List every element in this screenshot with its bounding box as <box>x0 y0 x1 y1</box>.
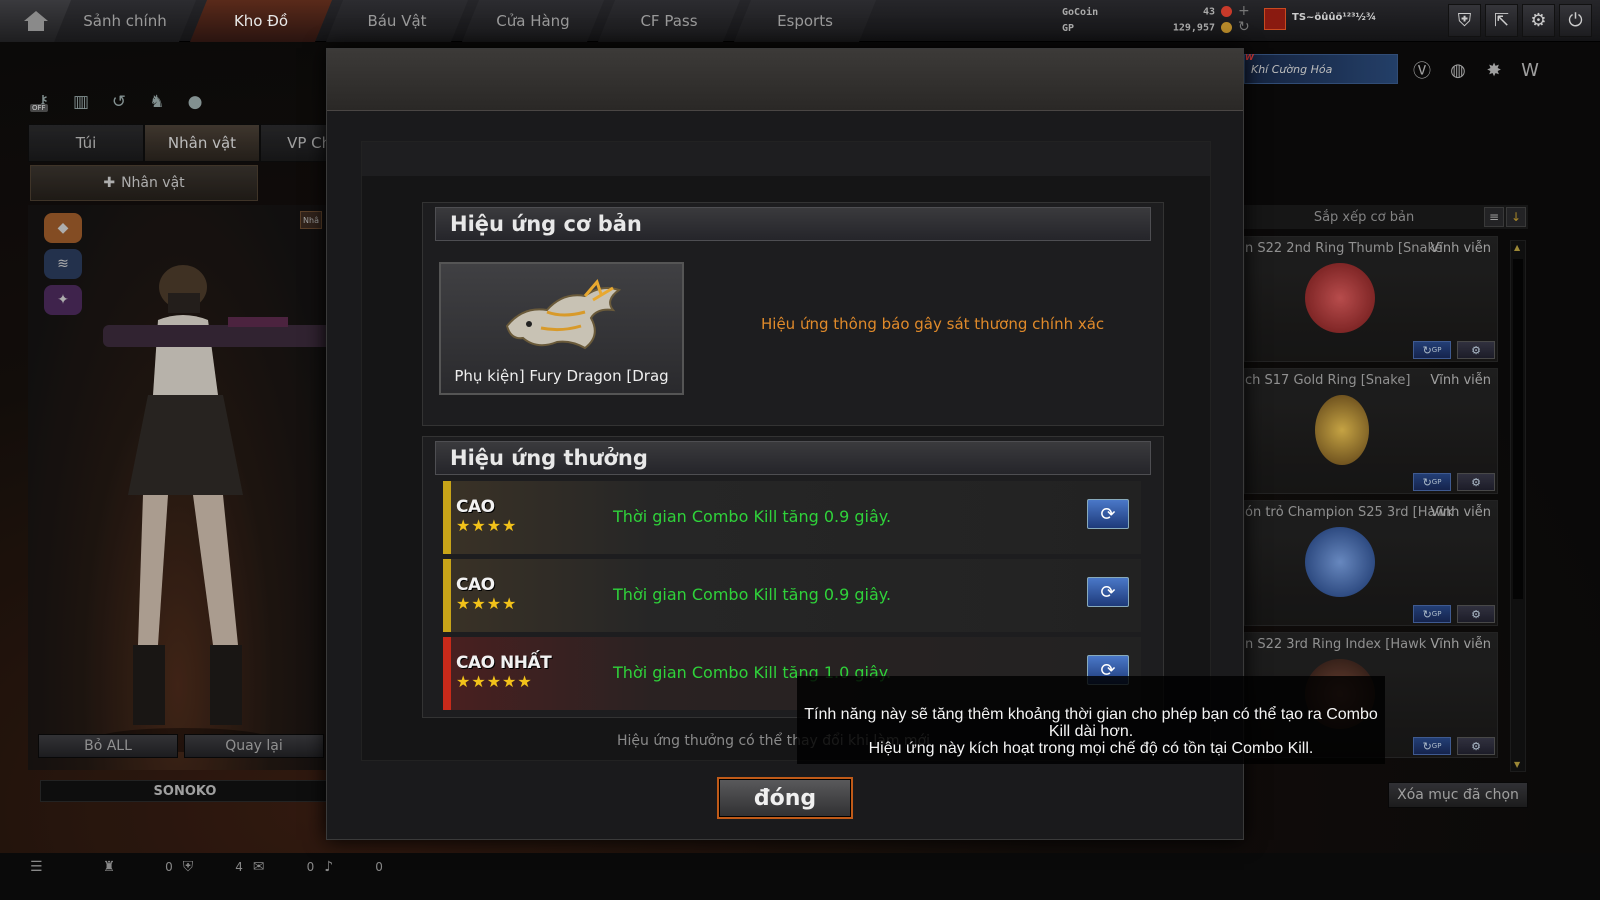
nav-tab-treasure[interactable]: Báu Vật <box>326 0 468 42</box>
basic-effect-section: Hiệu ứng cơ bản Phụ kiện] Fury Dragon [D… <box>422 202 1164 426</box>
nav-tab-cf-pass[interactable]: CF Pass <box>598 0 740 42</box>
bonus-effect-text: Thời gian Combo Kill tăng 0.9 giây. <box>613 507 892 526</box>
refresh-effect-button[interactable]: ⟳ <box>1087 499 1129 529</box>
tier-label: CAO NHẤT <box>456 653 552 673</box>
chat-count: 0 <box>306 860 315 874</box>
tier-bar <box>443 481 451 554</box>
basic-effect-title: Hiệu ứng cơ bản <box>435 207 1151 241</box>
item-preview-name: Phụ kiện] Fury Dragon [Drag <box>454 367 669 385</box>
top-icons: ⛨ ⇱ ⚙ ⏻ <box>1448 4 1592 37</box>
main-nav: Sảnh chính Kho Đồ Báu Vật Cửa Hàng CF Pa… <box>54 0 876 42</box>
chat-icon[interactable]: ✉ <box>253 859 265 875</box>
nav-tab-esports[interactable]: Esports <box>734 0 876 42</box>
gp-value: 129,957 <box>1172 22 1215 34</box>
clan-count: 4 <box>235 860 243 874</box>
shield-icon[interactable]: ⛨ <box>1448 4 1481 37</box>
player-name: TS~öûûö¹²³½¾ <box>1292 12 1377 23</box>
gocoin-icon <box>1221 6 1232 18</box>
speaker-icon[interactable]: ♪ <box>324 859 333 875</box>
bottom-status: ☰ ♜ 0 ⛨ 4 ✉ 0 ♪ 0 <box>30 859 383 875</box>
bonus-effect-title: Hiệu ứng thưởng <box>435 441 1151 475</box>
bottom-bar: ☰ ♜ 0 ⛨ 4 ✉ 0 ♪ 0 <box>0 853 1600 900</box>
tier-stars: ★★★★ <box>456 516 518 535</box>
home-icon <box>24 11 48 31</box>
tooltip-line-2: Hiệu ứng này kích hoạt trong mọi chế độ … <box>868 740 1314 757</box>
dialog-strip <box>362 142 1210 176</box>
close-button[interactable]: đóng <box>717 777 853 819</box>
nav-tab-lobby[interactable]: Sảnh chính <box>54 0 196 42</box>
tooltip-line-1: Tính năng này sẽ tăng thêm khoảng thời g… <box>804 706 1378 740</box>
refresh-icon: ⟳ <box>1100 581 1116 603</box>
menu-icon[interactable]: ☰ <box>30 859 43 875</box>
clan-shield-icon[interactable]: ⛨ <box>183 859 194 875</box>
effect-tooltip: Tính năng này sẽ tăng thêm khoảng thời g… <box>797 676 1385 764</box>
add-currency-icon[interactable]: + <box>1238 3 1250 19</box>
power-icon[interactable]: ⏻ <box>1559 4 1592 37</box>
tier-stars: ★★★★★ <box>456 672 533 691</box>
refresh-icon: ⟳ <box>1100 503 1116 525</box>
dialog-body: Hiệu ứng cơ bản Phụ kiện] Fury Dragon [D… <box>361 141 1211 761</box>
top-bar: Sảnh chính Kho Đồ Báu Vật Cửa Hàng CF Pa… <box>0 0 1600 42</box>
speaker-count: 0 <box>375 860 383 874</box>
nav-tab-inventory[interactable]: Kho Đồ <box>190 0 332 42</box>
currency-actions: + ↻ <box>1238 3 1250 35</box>
gocoin-label: GoCoin <box>1062 6 1099 18</box>
gp-coin-icon <box>1221 22 1232 34</box>
tier-bar <box>443 637 451 710</box>
dragon-accessory-icon <box>505 279 622 350</box>
currency-panel: GoCoin 43 GP 129,957 <box>1062 4 1232 36</box>
basic-effect-text: Hiệu ứng thông báo gây sát thương chính … <box>761 315 1105 333</box>
refresh-currency-icon[interactable]: ↻ <box>1238 19 1250 35</box>
rank-badge-icon <box>1264 8 1286 30</box>
bonus-effect-text: Thời gian Combo Kill tăng 0.9 giây. <box>613 585 892 604</box>
tier-label: CAO <box>456 575 495 595</box>
tier-label: CAO <box>456 497 495 517</box>
gocoin-value: 43 <box>1202 6 1215 18</box>
gear-icon[interactable]: ⚙ <box>1522 4 1555 37</box>
item-preview: Phụ kiện] Fury Dragon [Drag <box>439 262 684 395</box>
friends-count: 0 <box>165 860 173 874</box>
gp-label: GP <box>1062 22 1075 34</box>
refresh-effect-button[interactable]: ⟳ <box>1087 577 1129 607</box>
nav-tab-shop[interactable]: Cửa Hàng <box>462 0 604 42</box>
exit-room-icon[interactable]: ⇱ <box>1485 4 1518 37</box>
tier-stars: ★★★★ <box>456 594 518 613</box>
tier-bar <box>443 559 451 632</box>
friends-icon[interactable]: ♜ <box>103 859 116 875</box>
dialog-header <box>327 49 1243 111</box>
bonus-effect-row: CAO ★★★★ Thời gian Combo Kill tăng 0.9 g… <box>443 481 1141 554</box>
bonus-effect-row: CAO ★★★★ Thời gian Combo Kill tăng 0.9 g… <box>443 559 1141 632</box>
